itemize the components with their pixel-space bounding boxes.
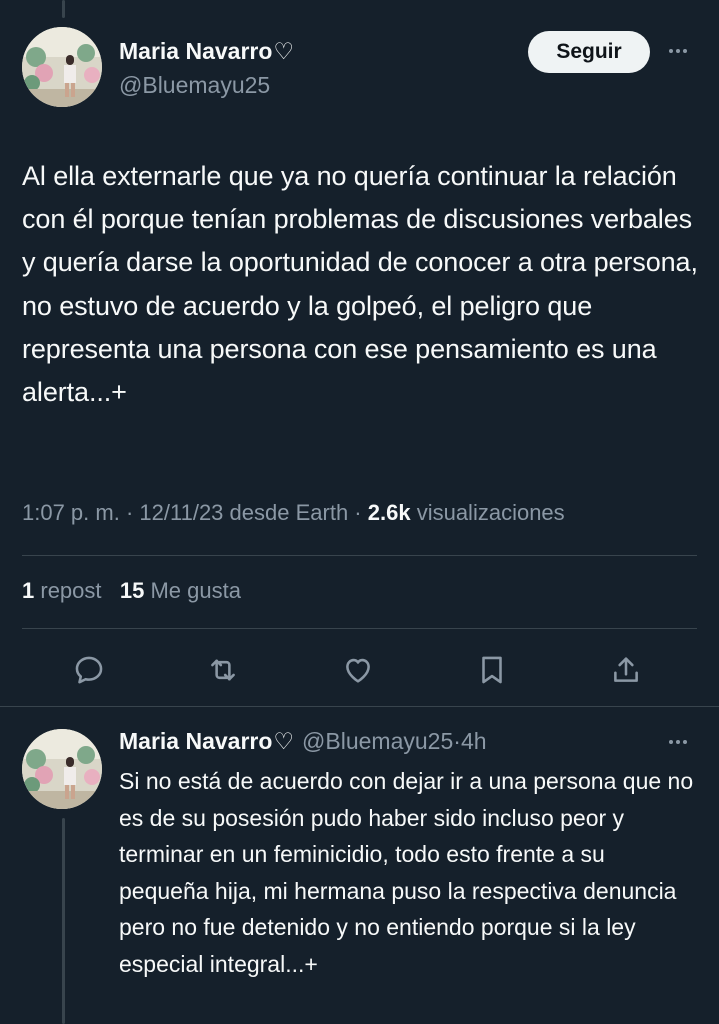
avatar-image [22,27,102,107]
author-handle[interactable]: @Bluemayu25 [119,72,270,99]
tweet-text: Al ella externarle que ya no quería cont… [22,161,698,408]
reply-dot: · [453,728,461,754]
reply-more-options-icon[interactable] [669,740,687,744]
avatar[interactable] [22,27,102,107]
section-divider [0,706,719,707]
reply-time[interactable]: 4h [461,728,487,755]
tweet-source: desde Earth [229,500,349,525]
reply-avatar[interactable] [22,729,102,809]
views-count: 2.6k [367,500,411,525]
share-icon [614,657,638,682]
reposts-label: repost [40,578,102,603]
action-bar [0,648,719,692]
views-label: visualizaciones [416,500,565,525]
meta-separator: · [119,500,140,525]
repost-icon [211,659,235,681]
bookmark-button[interactable] [472,648,512,692]
reposts-count: 1 [22,578,35,603]
reply-button[interactable] [69,648,109,692]
likes-stat[interactable]: 15 Me gusta [120,578,241,603]
reposts-stat[interactable]: 1 repost [22,578,102,603]
reply-author-heart: ♡ [273,728,295,754]
bookmark-icon [482,656,502,684]
author-name-heart: ♡ [273,38,295,64]
author-name[interactable]: Maria Navarro [119,38,272,65]
divider [22,555,697,556]
like-button[interactable] [338,648,378,692]
thread-connector-line [62,818,65,1024]
reply-header: Maria Navarro ♡ @Bluemayu25 · 4h [119,728,487,755]
divider [22,628,697,629]
meta-separator: · [348,500,368,525]
likes-label: Me gusta [150,578,241,603]
reply-text: Si no está de acuerdo con dejar ir a una… [119,768,694,977]
reply-author-name[interactable]: Maria Navarro [119,728,272,755]
thread-connector-line [62,0,65,18]
repost-button[interactable] [203,648,243,692]
tweet-time[interactable]: 1:07 p. m. [22,500,120,525]
author-handle-row: @Bluemayu25 [119,72,270,99]
engagement-stats: 1 repost 15 Me gusta [22,578,241,604]
more-options-icon[interactable] [669,49,687,53]
likes-count: 15 [119,578,145,603]
share-button[interactable] [606,648,646,692]
author-name-row: Maria Navarro ♡ [119,38,294,65]
reply-author-handle[interactable]: @Bluemayu25 [302,728,453,755]
heart-icon [346,658,370,683]
tweet-meta: 1:07 p. m. · 12/11/23 desde Earth · 2.6k… [22,500,565,526]
reply-icon [75,656,103,684]
tweet-date[interactable]: 12/11/23 [139,500,223,525]
avatar-image [22,729,102,809]
follow-button[interactable]: Seguir [528,31,650,73]
